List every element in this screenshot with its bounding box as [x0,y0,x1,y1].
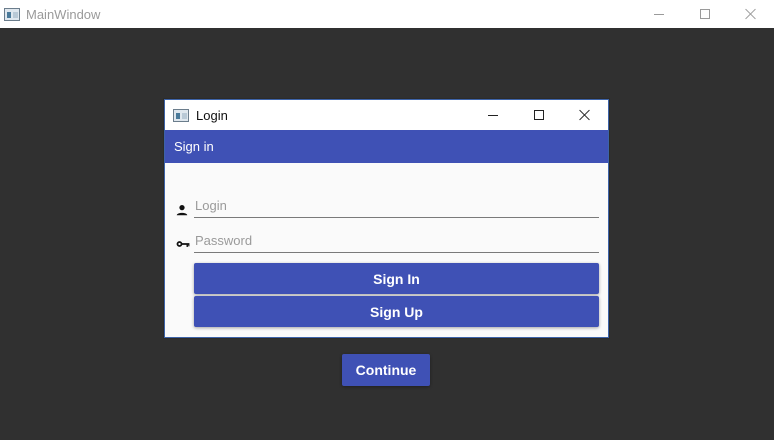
password-input[interactable] [194,229,599,253]
dialog-minimize-button[interactable] [470,100,516,130]
close-icon [579,109,591,121]
maximize-icon [700,9,710,19]
app-icon [4,7,20,21]
main-window-titlebar: MainWindow [0,0,774,28]
dialog-close-button[interactable] [562,100,608,130]
dialog-maximize-button[interactable] [516,100,562,130]
login-dialog-titlebar: Login [165,100,608,130]
main-window-title: MainWindow [26,6,101,22]
login-dialog-controls [470,100,608,130]
minimize-icon [654,13,664,15]
close-icon [745,8,757,20]
main-close-button[interactable] [728,0,774,28]
login-dialog-title: Login [196,107,228,123]
app-icon [173,108,189,122]
maximize-icon [534,110,544,120]
login-dialog: Login Sign in Login Sign In Sign Up [164,99,609,338]
sign-in-header: Sign in [165,130,608,163]
sign-up-button[interactable]: Sign Up [194,296,599,327]
minimize-icon [488,114,498,116]
user-icon [176,205,188,216]
continue-button[interactable]: Continue [342,354,430,386]
key-icon [176,241,190,247]
login-input[interactable] [194,194,599,218]
login-field-row [165,194,608,220]
main-maximize-button[interactable] [682,0,728,28]
main-minimize-button[interactable] [636,0,682,28]
main-window-controls [636,0,774,28]
sign-in-button[interactable]: Sign In [194,263,599,294]
password-field-row [165,229,608,255]
